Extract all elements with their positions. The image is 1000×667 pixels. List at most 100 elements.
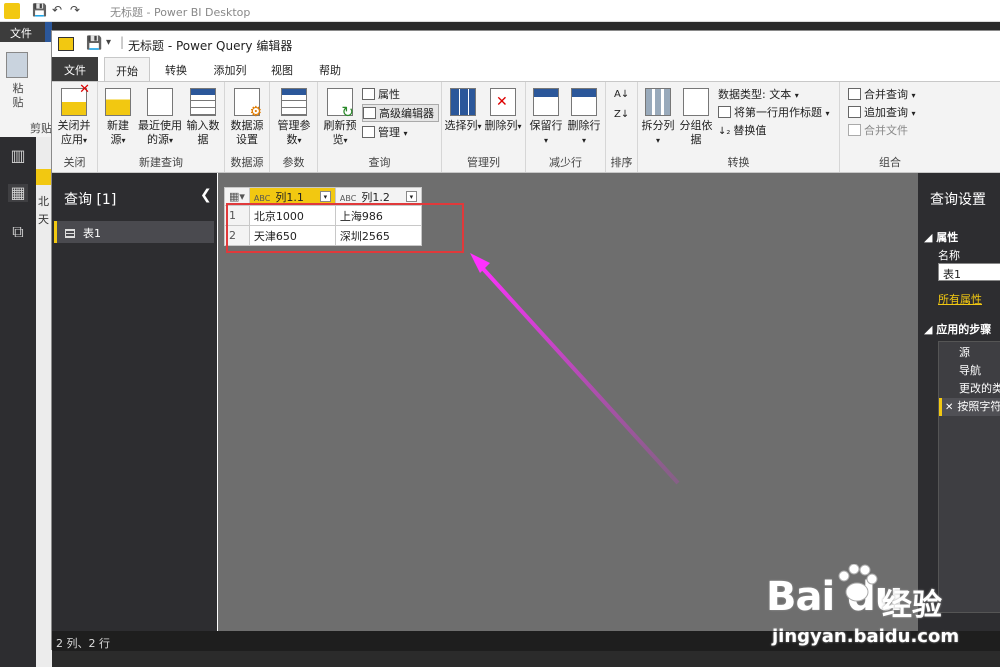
query-item-label: 表1 bbox=[83, 227, 101, 240]
step-item[interactable]: 导航 bbox=[939, 362, 1000, 380]
background-window-title: 无标题 - Power BI Desktop bbox=[110, 6, 251, 19]
remove-columns-button[interactable]: 删除列▾ bbox=[484, 88, 522, 134]
tab-add-column[interactable]: 添加列 bbox=[202, 57, 258, 81]
properties-section-label: 属性 bbox=[936, 231, 959, 244]
step-item[interactable]: 更改的类 bbox=[939, 380, 1000, 398]
group-sort: A↓ Z↓ 排序 bbox=[606, 82, 638, 172]
query-item[interactable]: 表1 bbox=[54, 221, 214, 243]
group-reduce-rows: 保留行▾ 删除行▾ 减少行 bbox=[526, 82, 606, 172]
annotation-arrow bbox=[470, 253, 680, 485]
data-type-label: 数据类型: 文本 bbox=[718, 88, 792, 101]
keep-rows-icon bbox=[533, 88, 559, 116]
paste-button[interactable]: 粘 贴 bbox=[6, 52, 36, 112]
choose-columns-icon bbox=[450, 88, 476, 116]
advanced-editor-button[interactable]: 高级编辑器 bbox=[362, 104, 439, 122]
group-by-button[interactable]: 分组依据 bbox=[678, 88, 714, 147]
group-manage-columns: 选择列▾ 删除列▾ 管理列 bbox=[442, 82, 526, 172]
combine-files-label: 合并文件 bbox=[864, 124, 908, 137]
remove-columns-icon bbox=[490, 88, 516, 116]
background-selection-marker bbox=[36, 169, 52, 185]
tab-file[interactable]: 文件 bbox=[52, 57, 98, 81]
applied-steps-section[interactable]: ◢ 应用的步骤 bbox=[924, 321, 991, 337]
group-label-transform: 转换 bbox=[727, 156, 750, 169]
query-settings-title: 查询设置 bbox=[930, 192, 986, 208]
enter-data-label: 输入数据 bbox=[186, 119, 220, 146]
step-item[interactable]: 源 bbox=[939, 344, 1000, 362]
replace-values-icon: ↓₂ bbox=[718, 126, 731, 137]
save-icon[interactable]: 💾 bbox=[32, 3, 47, 17]
tab-home[interactable]: 开始 bbox=[104, 57, 150, 82]
group-label-parameters: 参数 bbox=[282, 156, 305, 169]
refresh-preview-button[interactable]: 刷新预览▾ bbox=[322, 88, 358, 148]
merge-queries-icon bbox=[848, 88, 861, 100]
jingyan-text: 经验 bbox=[882, 588, 942, 623]
step-label: 按照字符 bbox=[957, 400, 1000, 413]
tab-transform[interactable]: 转换 bbox=[154, 57, 198, 81]
baidu-paw-icon bbox=[838, 564, 878, 602]
arrow-head bbox=[470, 253, 490, 273]
properties-section[interactable]: ◢ 属性 bbox=[924, 229, 958, 245]
remove-rows-button[interactable]: 删除行▾ bbox=[566, 88, 602, 148]
enter-data-button[interactable]: 输入数据 bbox=[186, 88, 220, 147]
all-properties-link[interactable]: 所有属性 bbox=[938, 291, 982, 307]
keep-rows-button[interactable]: 保留行▾ bbox=[528, 88, 564, 148]
group-label-manage-columns: 管理列 bbox=[467, 156, 500, 169]
report-view-icon[interactable]: ▥ bbox=[8, 147, 28, 165]
recent-sources-label: 最近使用的源 bbox=[138, 119, 182, 146]
advanced-editor-label: 高级编辑器 bbox=[379, 107, 434, 120]
query-name-field[interactable]: 表1 bbox=[938, 263, 1000, 281]
remove-columns-label: 删除列 bbox=[484, 119, 518, 132]
properties-button[interactable]: 属性 bbox=[362, 86, 400, 104]
group-new-query: 新建源▾ 最近使用的源▾ 输入数据 新建查询 bbox=[98, 82, 225, 172]
data-type-dropdown[interactable]: 数据类型: 文本 ▾ bbox=[718, 86, 799, 104]
new-source-button[interactable]: 新建源▾ bbox=[102, 88, 134, 148]
manage-parameters-label: 管理参数 bbox=[277, 119, 311, 146]
tab-view[interactable]: 视图 bbox=[262, 57, 302, 81]
delete-step-icon[interactable]: ✕ bbox=[945, 402, 953, 413]
combine-files-icon bbox=[848, 124, 861, 136]
undo-icon[interactable]: ↶ bbox=[52, 3, 62, 17]
replace-values-label: 替换值 bbox=[733, 124, 767, 137]
redo-icon[interactable]: ↷ bbox=[70, 3, 80, 17]
new-source-label: 新建源 bbox=[107, 119, 129, 146]
refresh-preview-icon bbox=[327, 88, 354, 119]
close-apply-icon bbox=[61, 83, 90, 116]
recent-sources-icon bbox=[147, 88, 173, 116]
save-icon[interactable]: 💾 bbox=[86, 36, 102, 51]
manage-query-button[interactable]: 管理 ▾ bbox=[362, 124, 408, 142]
sort-ascending-icon[interactable]: A↓ bbox=[614, 86, 629, 104]
first-row-headers-icon bbox=[718, 106, 731, 118]
data-source-settings-button[interactable]: 数据源设置 bbox=[227, 88, 267, 147]
choose-columns-button[interactable]: 选择列▾ bbox=[444, 88, 482, 134]
append-queries-button[interactable]: 追加查询 ▾ bbox=[848, 104, 916, 122]
sort-descending-icon[interactable]: Z↓ bbox=[614, 106, 629, 124]
data-view-icon[interactable]: ▦ bbox=[8, 184, 28, 202]
data-source-settings-icon bbox=[234, 88, 262, 119]
baidu-jingyan-watermark: Bai du 经验 jingyan.baidu.com bbox=[766, 564, 996, 660]
background-cell-1: 北 bbox=[38, 195, 49, 208]
editor-title: 无标题 - Power Query 编辑器 bbox=[128, 39, 293, 53]
collapse-chevron-icon[interactable]: ❮ bbox=[200, 187, 212, 203]
clipboard-icon bbox=[6, 52, 28, 78]
background-file-tab[interactable]: 文件 bbox=[0, 22, 45, 42]
group-label-query: 查询 bbox=[368, 156, 391, 169]
merge-queries-button[interactable]: 合并查询 ▾ bbox=[848, 86, 916, 104]
model-view-icon[interactable]: ⧉ bbox=[8, 223, 28, 241]
recent-sources-button[interactable]: 最近使用的源▾ bbox=[138, 88, 182, 148]
group-parameters: 管理参数▾ 参数 bbox=[270, 82, 318, 172]
step-item-active[interactable]: ✕ 按照字符 bbox=[939, 398, 1000, 416]
watermark-url: jingyan.baidu.com bbox=[772, 626, 960, 647]
close-apply-button[interactable]: 关闭并应用▾ bbox=[54, 83, 94, 148]
title-separator: | bbox=[120, 35, 125, 49]
combine-files-button[interactable]: 合并文件 bbox=[848, 122, 908, 140]
tab-help[interactable]: 帮助 bbox=[310, 57, 350, 81]
queries-pane: 查询 [1] ❮ 表1 bbox=[52, 173, 217, 631]
manage-parameters-button[interactable]: 管理参数▾ bbox=[274, 88, 314, 148]
properties-icon bbox=[362, 88, 375, 100]
quick-access-dropdown-icon[interactable]: ▾ bbox=[106, 37, 111, 48]
split-column-button[interactable]: 拆分列▾ bbox=[640, 88, 676, 148]
replace-values-button[interactable]: ↓₂ 替换值 bbox=[718, 122, 766, 140]
group-close: 关闭并应用▾ 关闭 bbox=[52, 82, 98, 172]
use-first-row-as-headers-button[interactable]: 将第一行用作标题 ▾ bbox=[718, 104, 830, 122]
manage-parameters-icon bbox=[281, 88, 307, 116]
